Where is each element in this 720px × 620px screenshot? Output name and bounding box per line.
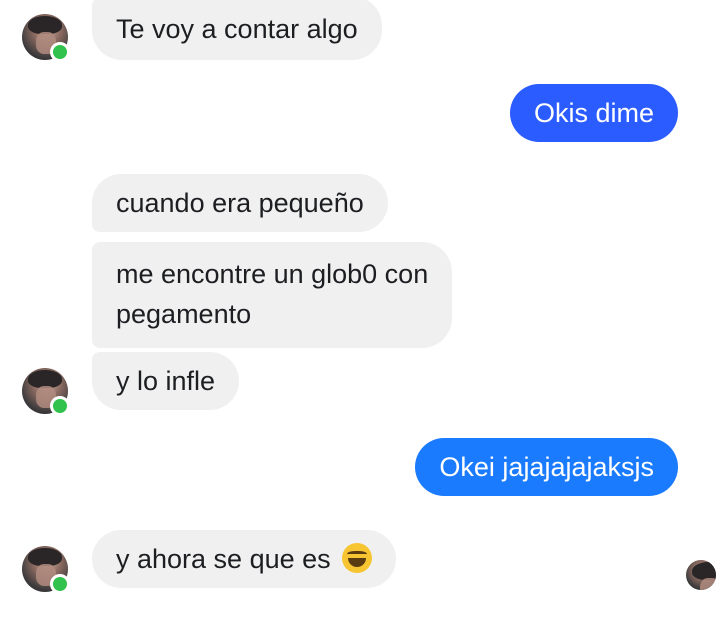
message-text: Okei jajajajajaksjs [439, 452, 654, 482]
grinning-squinting-face-icon [342, 543, 373, 573]
incoming-message[interactable]: me encontre un glob0 con pegamento [92, 242, 453, 348]
online-status-dot [50, 574, 70, 594]
contact-avatar[interactable] [22, 14, 70, 62]
message-text-continued: pegamento [116, 299, 252, 329]
message-text: y ahora se que es [116, 544, 331, 574]
contact-avatar[interactable] [22, 368, 70, 416]
message-text: Te voy a contar algo [116, 14, 358, 44]
message-text: y lo infle [116, 366, 216, 396]
read-receipt-avatar [686, 560, 716, 590]
message-text: cuando era pequeño [116, 188, 364, 218]
avatar-photo [686, 560, 716, 590]
incoming-message[interactable]: Te voy a contar algo [92, 0, 382, 60]
outgoing-message[interactable]: Okei jajajajajaksjs [415, 438, 678, 496]
message-text: Okis dime [533, 98, 654, 128]
outgoing-message[interactable]: Okis dime [509, 84, 678, 142]
incoming-message[interactable]: y lo infle [92, 352, 240, 410]
message-text: me encontre un glob0 con [116, 259, 429, 289]
contact-avatar[interactable] [22, 546, 70, 594]
incoming-message[interactable]: cuando era pequeño [92, 174, 388, 232]
online-status-dot [50, 396, 70, 416]
online-status-dot [50, 42, 70, 62]
incoming-message[interactable]: y ahora se que es [92, 530, 397, 588]
